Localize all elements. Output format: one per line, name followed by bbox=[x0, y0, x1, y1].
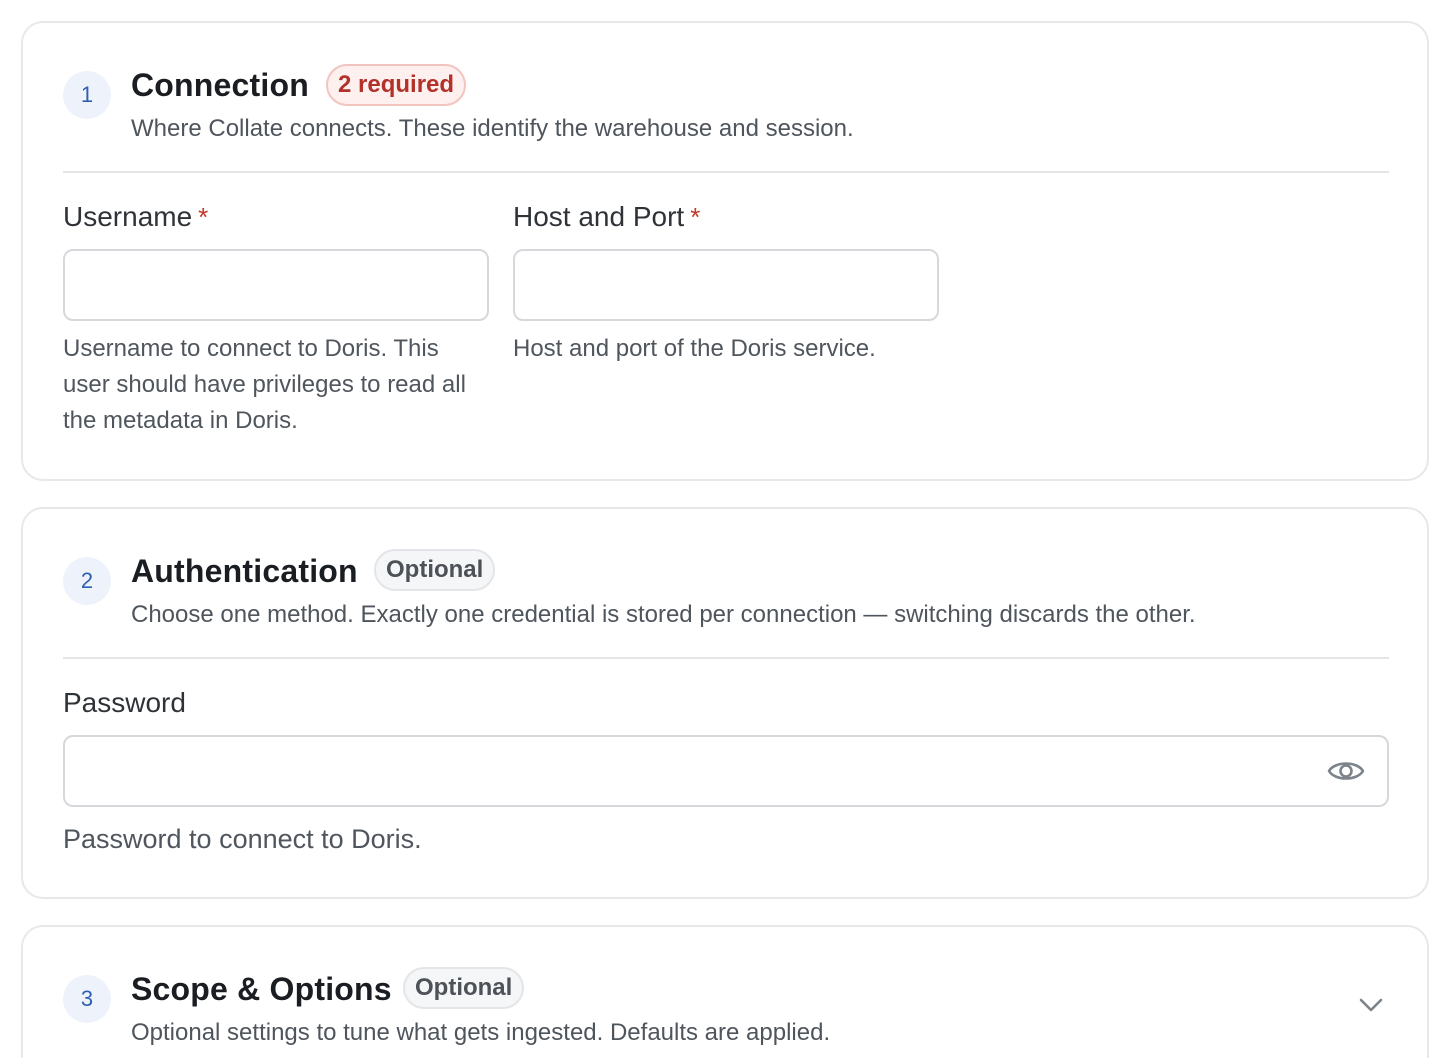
host-port-input[interactable] bbox=[513, 249, 939, 321]
connection-section: 1 Connection 2 required Where Collate co… bbox=[21, 21, 1429, 481]
scope-options-section[interactable]: 3 Scope & Options Optional Optional sett… bbox=[21, 925, 1429, 1058]
section-subtitle: Optional settings to tune what gets inge… bbox=[131, 1019, 831, 1046]
authentication-section: 2 Authentication Optional Choose one met… bbox=[21, 507, 1429, 899]
host-port-helper: Host and port of the Doris service. bbox=[513, 335, 876, 362]
username-helper: Username to connect to Doris. This user … bbox=[63, 335, 466, 434]
section-subtitle: Choose one method. Exactly one credentia… bbox=[131, 601, 1196, 628]
step-number: 2 bbox=[63, 557, 111, 605]
password-helper: Password to connect to Doris. bbox=[63, 824, 422, 854]
required-asterisk: * bbox=[198, 202, 209, 232]
chevron-down-icon[interactable] bbox=[1357, 995, 1385, 1015]
divider bbox=[63, 657, 1389, 659]
required-badge: 2 required bbox=[326, 64, 467, 106]
optional-badge: Optional bbox=[403, 967, 525, 1009]
section-title: Scope & Options bbox=[131, 971, 392, 1007]
optional-badge: Optional bbox=[374, 549, 496, 591]
section-title: Connection bbox=[131, 67, 309, 103]
username-input[interactable] bbox=[63, 249, 489, 321]
username-label: Username * bbox=[63, 201, 209, 232]
host-port-label: Host and Port * bbox=[513, 201, 701, 232]
step-number: 3 bbox=[63, 975, 111, 1023]
section-title: Authentication bbox=[131, 553, 358, 589]
password-input[interactable] bbox=[63, 735, 1389, 807]
divider bbox=[63, 171, 1389, 173]
required-asterisk: * bbox=[690, 202, 701, 232]
section-subtitle: Where Collate connects. These identify t… bbox=[131, 115, 854, 142]
password-label: Password bbox=[63, 687, 186, 718]
eye-icon[interactable] bbox=[1327, 755, 1365, 787]
step-number: 1 bbox=[63, 71, 111, 119]
